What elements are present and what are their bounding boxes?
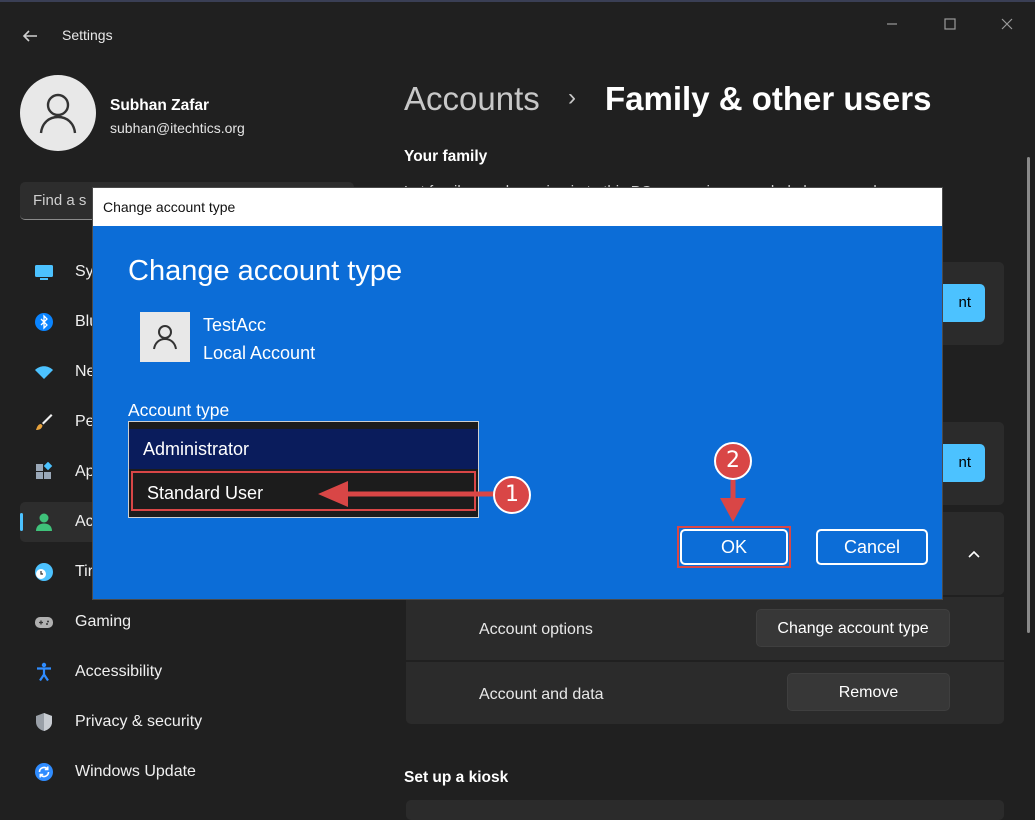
step-2-badge: 2	[714, 442, 752, 480]
step-1-badge: 1	[493, 476, 531, 514]
arrow-to-standard-user	[318, 481, 495, 507]
annotation-arrows	[318, 480, 746, 522]
arrow-to-ok	[720, 480, 746, 522]
